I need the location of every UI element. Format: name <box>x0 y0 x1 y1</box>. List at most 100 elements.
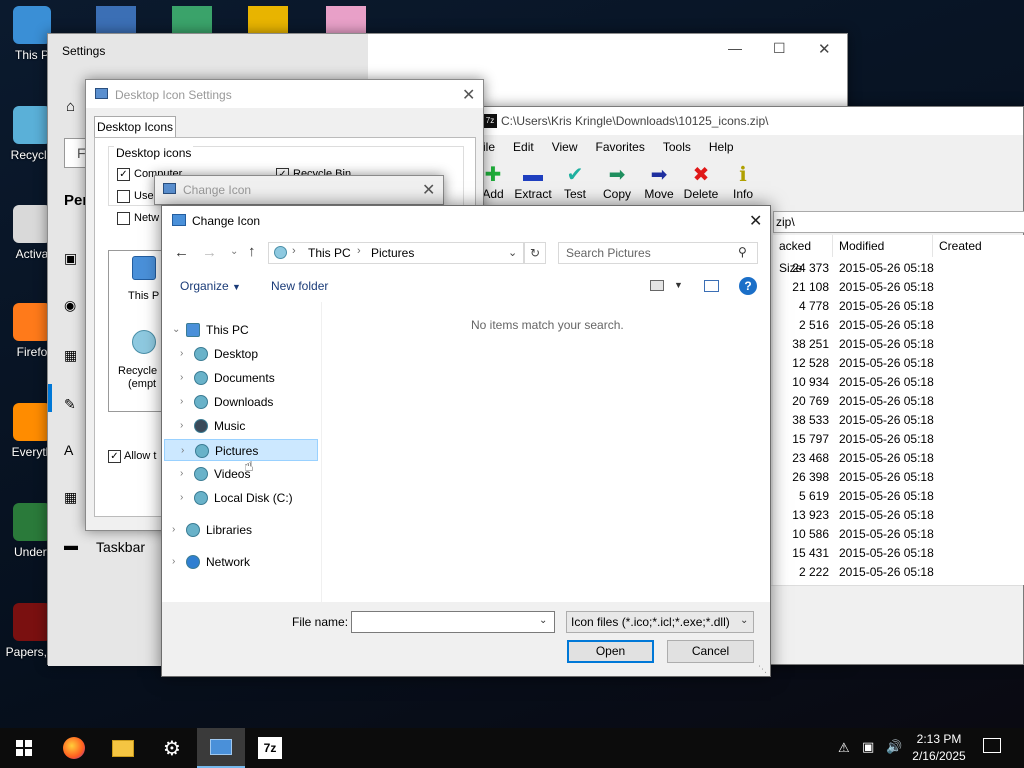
dis-close-button[interactable]: ✕ <box>462 85 475 105</box>
file-explorer-taskbar-button[interactable] <box>99 728 147 768</box>
zip-tool-test-button[interactable]: ✔ Test <box>553 163 597 201</box>
breadcrumb-this-pc[interactable]: This PC <box>308 246 351 260</box>
forward-arrow-icon[interactable]: → <box>202 244 217 261</box>
header-modified[interactable]: Modified <box>833 235 933 257</box>
cancel-button[interactable]: Cancel <box>667 640 754 663</box>
user-files-checkbox[interactable] <box>117 190 130 203</box>
home-icon[interactable]: ⌂ <box>66 98 75 115</box>
colors-icon[interactable]: ◉ <box>64 297 76 314</box>
tree-item[interactable]: › Documents <box>164 367 318 389</box>
tree-item[interactable]: › Music <box>164 415 318 437</box>
clock-time[interactable]: 2:13 PM <box>905 732 973 746</box>
desktop-shortcut-icon[interactable] <box>326 6 366 33</box>
header-created[interactable]: Created <box>933 235 1024 257</box>
table-row[interactable]: 4 778 2015-05-26 05:18 <box>773 297 1024 316</box>
address-dropdown-icon[interactable]: ⌄ <box>508 246 517 259</box>
file-name-input[interactable] <box>351 611 555 633</box>
background-icon[interactable]: ▣ <box>64 250 77 267</box>
table-row[interactable]: 2 222 2015-05-26 05:18 <box>773 563 1024 582</box>
change-icon-back-close-button[interactable]: ✕ <box>422 180 435 200</box>
expand-chevron-right-icon[interactable]: › <box>180 367 183 389</box>
zip-menu-item[interactable]: Favorites <box>596 140 645 154</box>
notification-center-icon[interactable] <box>983 738 1001 753</box>
table-row[interactable]: 21 108 2015-05-26 05:18 <box>773 278 1024 297</box>
zip-tool-delete-button[interactable]: ✖ Delete <box>679 163 723 201</box>
open-button[interactable]: Open <box>567 640 654 663</box>
refresh-icon[interactable]: ↻ <box>524 242 546 264</box>
zip-menu-item[interactable]: Edit <box>513 140 534 154</box>
recycle-preview-icon[interactable] <box>132 330 156 354</box>
table-row[interactable]: 23 468 2015-05-26 05:18 <box>773 449 1024 468</box>
back-arrow-icon[interactable]: ← <box>174 244 189 261</box>
zip-menu-item[interactable]: Help <box>709 140 734 154</box>
table-row[interactable]: 20 769 2015-05-26 05:18 <box>773 392 1024 411</box>
search-icon[interactable]: ⚲ <box>738 245 747 259</box>
minimize-button[interactable]: — <box>728 40 742 56</box>
expand-chevron-right-icon[interactable]: › <box>181 440 184 462</box>
tree-item[interactable]: › Network <box>164 551 318 573</box>
breadcrumb-pictures[interactable]: Pictures <box>371 246 414 260</box>
zip-menu-item[interactable]: View <box>552 140 578 154</box>
volume-icon[interactable]: 🔊 <box>886 739 902 755</box>
organize-button[interactable]: Organize ▼ <box>180 279 241 293</box>
file-type-dropdown-icon[interactable]: ⌄ <box>740 615 748 626</box>
view-dropdown-icon[interactable]: ▼ <box>674 280 683 290</box>
table-row[interactable]: 5 619 2015-05-26 05:18 <box>773 487 1024 506</box>
taskbar-settings-label[interactable]: Taskbar <box>96 539 145 555</box>
lockscreen-icon[interactable]: ▦ <box>64 347 77 364</box>
expand-chevron-right-icon[interactable]: › <box>180 463 183 485</box>
desktop-shortcut-icon[interactable] <box>248 6 288 33</box>
preview-pane-icon[interactable] <box>704 280 719 292</box>
fonts-icon[interactable]: A <box>64 442 73 458</box>
tree-item[interactable]: › Desktop <box>164 343 318 365</box>
zip-tool-copy-button[interactable]: ➡ Copy <box>595 163 639 201</box>
allow-themes-checkbox[interactable]: ✓ <box>108 450 121 463</box>
search-input[interactable]: Search Pictures <box>558 242 758 264</box>
themes-icon[interactable]: ✎ <box>64 396 76 413</box>
network-icon[interactable]: ▣ <box>862 739 874 755</box>
table-row[interactable]: 13 923 2015-05-26 05:18 <box>773 506 1024 525</box>
table-row[interactable]: 2 516 2015-05-26 05:18 <box>773 316 1024 335</box>
tree-item[interactable]: › Downloads <box>164 391 318 413</box>
start-button[interactable] <box>0 728 48 768</box>
security-warning-icon[interactable]: ⚠ <box>838 740 850 756</box>
table-row[interactable]: 10 934 2015-05-26 05:18 <box>773 373 1024 392</box>
pane-divider[interactable] <box>321 302 322 602</box>
zip-tool-info-button[interactable]: ℹ Info <box>721 163 765 201</box>
expand-chevron-right-icon[interactable]: › <box>172 519 175 541</box>
desktop-icon-settings-taskbar-button[interactable] <box>197 728 245 768</box>
start-icon[interactable]: ▦ <box>64 489 77 506</box>
resize-grip-icon[interactable]: ⋱ <box>758 664 767 675</box>
zip-tool-extract-button[interactable]: ▬ Extract <box>511 163 555 201</box>
table-row[interactable]: 38 533 2015-05-26 05:18 <box>773 411 1024 430</box>
recent-chevron-icon[interactable]: ⌄ <box>230 246 238 257</box>
file-type-select[interactable]: Icon files (*.ico;*.icl;*.exe;*.dll) <box>566 611 754 633</box>
tree-item[interactable]: › Local Disk (C:) <box>164 487 318 509</box>
table-row[interactable]: 12 528 2015-05-26 05:18 <box>773 354 1024 373</box>
expand-chevron-right-icon[interactable]: › <box>172 551 175 573</box>
clock-date[interactable]: 2/16/2025 <box>905 749 973 763</box>
zip-menu-item[interactable]: Tools <box>663 140 691 154</box>
table-row[interactable]: 38 251 2015-05-26 05:18 <box>773 335 1024 354</box>
view-icon[interactable] <box>650 280 664 291</box>
file-name-dropdown-icon[interactable]: ⌄ <box>539 615 547 626</box>
tree-item[interactable]: ⌄ This PC <box>164 319 318 341</box>
tree-item[interactable]: › Libraries <box>164 519 318 541</box>
tab-desktop-icons[interactable]: Desktop Icons <box>94 116 176 138</box>
expand-chevron-right-icon[interactable]: › <box>180 487 183 509</box>
computer-checkbox[interactable]: ✓ <box>117 168 130 181</box>
expand-chevron-right-icon[interactable]: › <box>180 391 183 413</box>
desktop-shortcut-icon[interactable] <box>172 6 212 33</box>
header-packed-size[interactable]: acked Size <box>773 235 833 275</box>
close-button[interactable]: ✕ <box>818 40 831 58</box>
7zip-taskbar-button[interactable]: 7z <box>246 728 294 768</box>
zip-tool-move-button[interactable]: ➡ Move <box>637 163 681 201</box>
this-pc-preview-icon[interactable] <box>132 256 156 280</box>
taskbar-icon[interactable]: ▬ <box>64 537 78 553</box>
table-row[interactable]: 24 373 2015-05-26 05:18 <box>773 259 1024 278</box>
firefox-taskbar-button[interactable] <box>50 728 98 768</box>
desktop-shortcut-icon[interactable] <box>96 6 136 33</box>
expand-chevron-right-icon[interactable]: › <box>180 415 183 437</box>
new-folder-button[interactable]: New folder <box>271 279 328 293</box>
maximize-button[interactable]: ☐ <box>773 40 786 57</box>
